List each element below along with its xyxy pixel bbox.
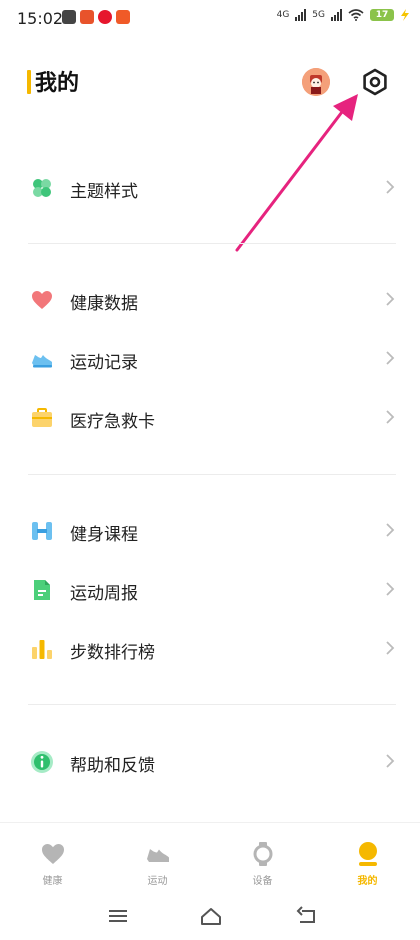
divider [28,704,396,705]
tab-label: 我的 [357,876,378,887]
menu-item-workout-records[interactable]: 运动记录 [0,331,420,387]
menu-item-label: 主题样式 [70,182,138,202]
dumbbell-icon [32,522,52,540]
profile-icon [359,842,377,866]
heart-icon [42,844,64,864]
menu-item-label: 健康数据 [70,294,138,314]
avatar[interactable] [302,68,330,96]
bottom-tab-bar: 健康 运动 设备 我的 [0,822,420,891]
battery-icon: 17 [370,9,394,21]
menu-item-label: 帮助和反馈 [70,756,155,776]
menu-item-label: 运动周报 [70,584,138,604]
menu-item-medical-card[interactable]: 医疗急救卡 [0,390,420,446]
tab-mine[interactable]: 我的 [315,823,420,891]
network-label-2: 5G [312,10,325,20]
menu-item-help-feedback[interactable]: 帮助和反馈 [0,734,420,790]
page-header: 我的 [0,60,420,108]
tab-label: 健康 [42,876,63,887]
heart-icon [32,291,52,309]
chevron-right-icon [386,180,395,194]
chevron-right-icon [386,351,395,365]
app-notification-icon [80,10,94,24]
status-bar: 15:02 4G 5G 17 [0,0,420,38]
menu-item-fitness-courses[interactable]: 健身课程 [0,503,420,559]
title-accent-bar [27,70,31,94]
network-label-1: 4G [276,10,290,20]
tab-label: 运动 [147,876,168,887]
clover-icon [33,179,51,197]
signal-icon [295,9,307,21]
menu-item-label: 运动记录 [70,353,138,373]
chevron-right-icon [386,292,395,306]
sneaker-icon [147,849,169,862]
tab-label: 设备 [252,876,273,887]
report-document-icon [34,580,50,600]
settings-button[interactable] [360,67,390,97]
settings-hexagon-icon [363,68,387,96]
status-indicators: 4G 5G 17 [277,9,410,21]
weibo-notification-icon [98,10,112,24]
sneaker-icon [32,355,52,368]
menu-item-label: 健身课程 [70,525,138,545]
divider [28,474,396,475]
app-notification-icon-2 [116,10,130,24]
info-icon [31,751,53,773]
ranking-bars-icon [32,640,52,659]
chevron-right-icon [386,410,395,424]
menu-item-health-data[interactable]: 健康数据 [0,272,420,328]
home-icon[interactable] [199,906,223,926]
chevron-right-icon [386,754,395,768]
status-time: 15:02 [17,9,64,28]
divider [28,243,396,244]
wifi-icon [348,9,364,21]
menu-item-weekly-report[interactable]: 运动周报 [0,562,420,618]
gallery-notification-icon [62,10,76,24]
medical-kit-icon [32,408,52,427]
tab-devices[interactable]: 设备 [210,823,315,891]
tab-exercise[interactable]: 运动 [105,823,210,891]
watch-icon [253,842,273,866]
system-navigation-bar [0,890,420,940]
annotation-arrow [235,94,358,252]
tab-health[interactable]: 健康 [0,823,105,891]
signal-icon-2 [331,9,342,21]
menu-item-label: 医疗急救卡 [70,412,155,432]
chevron-right-icon [386,641,395,655]
chevron-right-icon [386,523,395,537]
notification-icons [62,10,130,24]
back-icon[interactable] [294,906,318,926]
menu-item-step-ranking[interactable]: 步数排行榜 [0,621,420,677]
menu-item-label: 步数排行榜 [70,643,155,663]
menu-icon[interactable] [106,906,130,926]
page-title: 我的 [35,71,80,96]
avatar-image-icon [302,68,330,96]
chevron-right-icon [386,582,395,596]
menu-item-theme[interactable]: 主题样式 [0,160,420,216]
charging-icon [401,9,409,21]
battery-level: 17 [375,10,389,20]
